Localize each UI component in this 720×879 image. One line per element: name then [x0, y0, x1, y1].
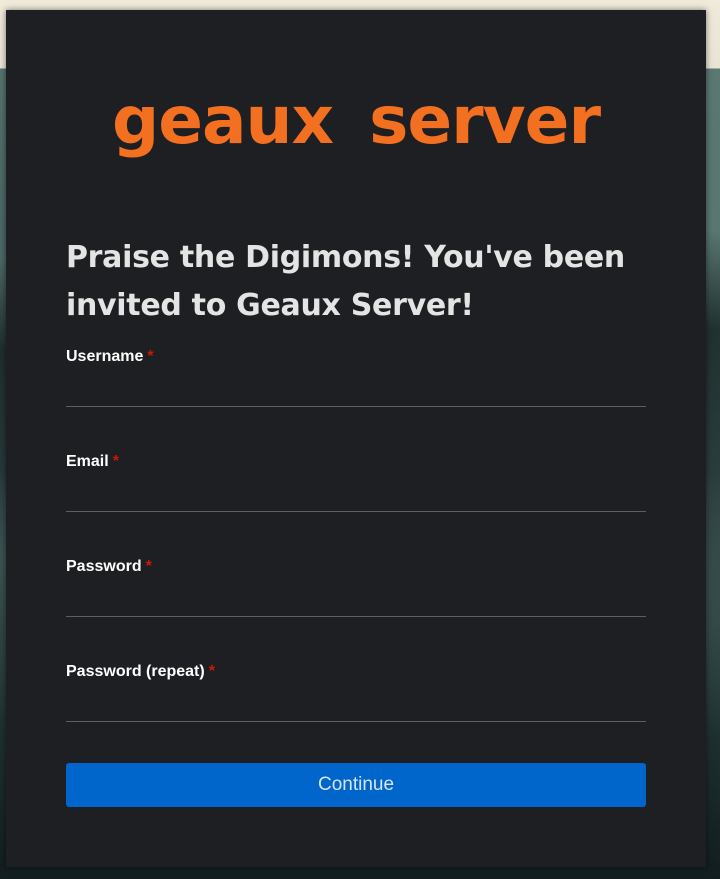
brand-logo: geaux server [111, 82, 601, 159]
password-repeat-field-group: Password (repeat) * [66, 663, 646, 733]
email-input[interactable] [66, 477, 646, 512]
continue-button[interactable]: Continue [66, 763, 646, 807]
password-label: Password * [66, 558, 152, 575]
required-marker: * [147, 348, 154, 365]
username-field-group: Username * [66, 348, 646, 418]
invitation-card: geaux server Praise the Digimons! You've… [6, 10, 706, 867]
email-field-group: Email * [66, 453, 646, 523]
required-marker: * [208, 663, 215, 680]
required-marker: * [145, 558, 152, 575]
background-tree-right [706, 230, 720, 630]
page-title: Praise the Digimons! You've been invited… [66, 240, 625, 323]
password-field-group: Password * [66, 558, 646, 628]
password-repeat-label: Password (repeat) * [66, 663, 215, 680]
email-label: Email * [66, 453, 119, 470]
password-input[interactable] [66, 582, 646, 617]
username-input[interactable] [66, 372, 646, 407]
username-label: Username * [66, 348, 154, 365]
password-repeat-input[interactable] [66, 687, 646, 722]
required-marker: * [112, 453, 119, 470]
